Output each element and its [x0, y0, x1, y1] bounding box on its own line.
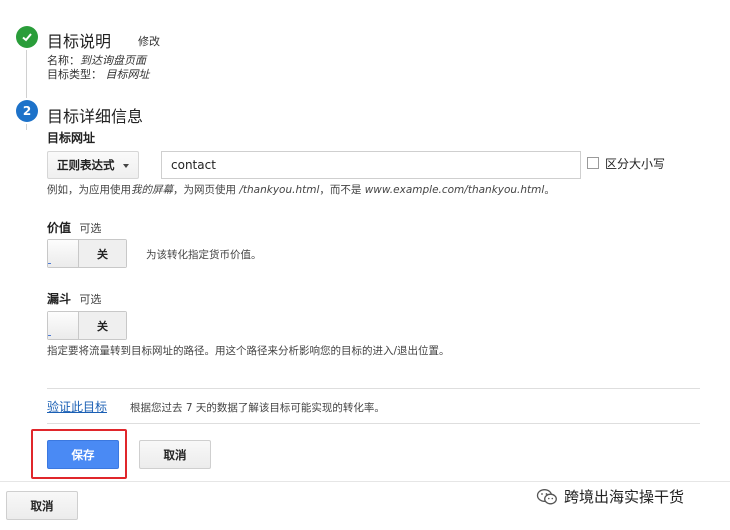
verify-goal-link[interactable]: 验证此目标 — [47, 398, 107, 415]
destination-help-text: 例如，为应用使用我的屏幕，为网页使用 /thankyou.html，而不是 ww… — [47, 184, 555, 196]
cancel-button[interactable]: 取消 — [139, 440, 211, 469]
destination-label: 目标网址 — [47, 131, 96, 145]
divider-2 — [47, 423, 700, 424]
step-connector-line-2 — [26, 124, 27, 130]
verify-description: 根据您过去 7 天的数据了解该目标可能实现的转化率。 — [130, 402, 385, 414]
step-number-badge: 2 — [16, 100, 38, 122]
funnel-description: 指定要将流量转到目标网址的路径。用这个路径来分析影响您的目标的进入/退出位置。 — [47, 345, 450, 357]
value-label: 价值 可选 — [47, 221, 102, 235]
step2-title: 目标详细信息 — [47, 107, 144, 126]
edit-link[interactable]: 修改 — [138, 33, 160, 49]
step-connector-line — [26, 50, 27, 98]
value-description: 为该转化指定货币价值。 — [146, 249, 262, 261]
case-sensitive-checkbox[interactable] — [587, 157, 599, 169]
funnel-toggle[interactable]: 关 — [47, 311, 127, 340]
goal-type-line: 目标类型： 目标网址 — [47, 68, 150, 81]
funnel-toggle-state: 关 — [79, 312, 126, 339]
save-button[interactable]: 保存 — [47, 440, 119, 469]
funnel-label: 漏斗 可选 — [47, 292, 102, 306]
value-toggle[interactable]: 关 — [47, 239, 127, 268]
goal-name-line: 名称：到达询盘页面 — [47, 54, 146, 67]
destination-input-value: contact — [171, 158, 216, 172]
value-toggle-state: 关 — [79, 240, 126, 267]
match-type-value: 正则表达式 — [57, 158, 115, 172]
divider — [47, 388, 700, 389]
funnel-optional-label: 可选 — [79, 293, 102, 306]
funnel-toggle-knob — [48, 312, 79, 339]
divider-3 — [0, 481, 730, 482]
value-toggle-knob — [48, 240, 79, 267]
case-sensitive-label: 区分大小写 — [605, 157, 666, 171]
destination-input[interactable]: contact — [161, 151, 581, 179]
watermark: 跨境出海实操干货 — [536, 486, 684, 507]
watermark-text: 跨境出海实操干货 — [564, 488, 685, 506]
value-optional-label: 可选 — [79, 222, 102, 235]
chevron-down-icon — [123, 164, 129, 168]
wechat-icon — [536, 488, 557, 504]
outer-cancel-button[interactable]: 取消 — [6, 491, 78, 520]
step-complete-icon — [16, 26, 38, 48]
match-type-dropdown[interactable]: 正则表达式 — [47, 151, 139, 179]
step1-title: 目标说明 — [47, 32, 112, 51]
